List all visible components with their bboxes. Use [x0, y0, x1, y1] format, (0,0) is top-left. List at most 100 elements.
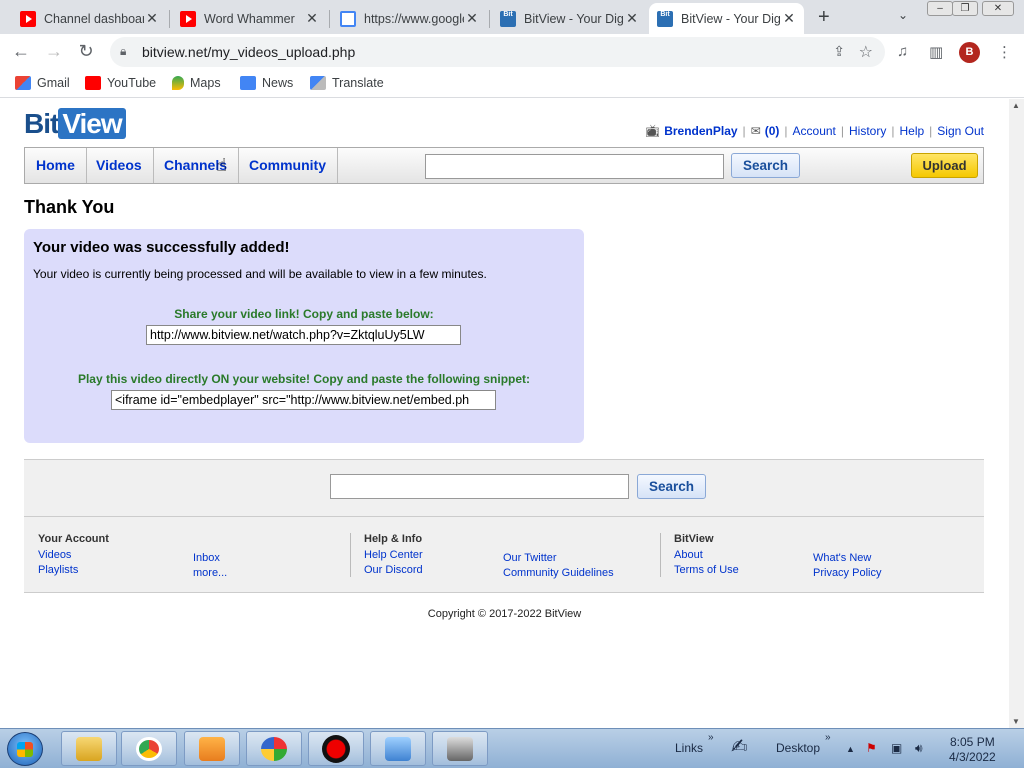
- browser-tab-bitview[interactable]: Bit BitView - Your Dig ✕: [492, 3, 647, 34]
- bookmark-star-icon[interactable]: ☆: [859, 42, 873, 62]
- volume-icon[interactable]: 🔊︎: [915, 741, 923, 756]
- browser-tab-bitview-active[interactable]: Bit BitView - Your Dig ✕: [649, 3, 804, 34]
- history-link[interactable]: History: [849, 124, 886, 138]
- flag-alert-icon[interactable]: ⚑: [866, 741, 877, 755]
- bookmark-label: YouTube: [107, 76, 157, 90]
- footer-account-column-2: Inbox more...: [193, 551, 227, 581]
- taskbar-chrome[interactable]: [121, 731, 177, 766]
- header-search-button[interactable]: Search: [731, 153, 800, 178]
- start-button[interactable]: [7, 732, 43, 766]
- footer-link-guidelines[interactable]: Community Guidelines: [503, 566, 614, 581]
- bookmark-youtube[interactable]: YouTube: [85, 76, 156, 90]
- sign-out-link[interactable]: Sign Out: [937, 124, 984, 138]
- scroll-down-arrow-icon[interactable]: ▼: [1012, 717, 1020, 726]
- footer-link-twitter[interactable]: Our Twitter: [503, 551, 614, 566]
- taskbar-app-colorful[interactable]: [246, 731, 302, 766]
- bitview-icon: Bit: [500, 10, 516, 27]
- footer-link-inbox[interactable]: Inbox: [193, 551, 227, 566]
- tray-expand-arrow-icon[interactable]: ▲: [846, 744, 855, 754]
- share-icon[interactable]: ⇪: [833, 43, 845, 60]
- footer-link-videos[interactable]: Videos: [38, 548, 109, 563]
- footer-link-terms[interactable]: Terms of Use: [674, 563, 739, 578]
- bookmark-maps[interactable]: Maps: [172, 76, 221, 90]
- help-link[interactable]: Help: [899, 124, 924, 138]
- windows-logo-icon: [17, 742, 33, 757]
- nav-videos[interactable]: Videos: [85, 148, 154, 183]
- success-heading: Your video was successfully added!: [33, 239, 290, 256]
- footer-links: Your Account Videos Playlists Inbox more…: [24, 517, 984, 593]
- media-control-icon[interactable]: ♫: [897, 43, 908, 60]
- nav-home[interactable]: Home: [25, 148, 87, 183]
- bookmark-translate[interactable]: Translate: [310, 76, 384, 90]
- mail-icon[interactable]: ✉: [751, 124, 761, 138]
- tab-search-chevron-icon[interactable]: ⌄: [898, 8, 908, 22]
- reload-icon[interactable]: ↻: [75, 41, 97, 62]
- close-tab-icon[interactable]: ✕: [465, 10, 479, 27]
- footer-heading: Help & Info: [364, 533, 423, 545]
- page-scrollbar[interactable]: ▲ ▼: [1009, 99, 1024, 728]
- footer-search-button[interactable]: Search: [637, 474, 706, 499]
- scroll-up-arrow-icon[interactable]: ▲: [1012, 101, 1020, 110]
- taskbar-file-explorer[interactable]: [61, 731, 117, 766]
- browser-tab-word-whammer[interactable]: Word Whammer ✕: [172, 3, 327, 34]
- desktop-expand-icon[interactable]: »: [825, 732, 831, 743]
- browser-tab-channel-dashboard[interactable]: Channel dashboard ✕: [12, 3, 167, 34]
- minimize-window-button[interactable]: –: [927, 1, 953, 16]
- browser-tab-google[interactable]: https://www.google ✕: [332, 3, 487, 34]
- news-icon: [240, 76, 256, 90]
- side-panel-icon[interactable]: ▥: [929, 43, 943, 61]
- nav-community[interactable]: Community: [238, 148, 338, 183]
- account-link[interactable]: Account: [793, 124, 836, 138]
- share-link-field[interactable]: http://www.bitview.net/watch.php?v=Zktql…: [146, 325, 461, 345]
- address-bar[interactable]: 🔒︎ bitview.net/my_videos_upload.php ⇪ ☆: [110, 37, 885, 67]
- desktop-pen-icon[interactable]: ✍: [731, 734, 748, 759]
- close-tab-icon[interactable]: ✕: [145, 10, 159, 27]
- bookmark-label: Translate: [332, 76, 384, 90]
- forward-arrow-icon[interactable]: →: [43, 41, 65, 62]
- footer-link-privacy[interactable]: Privacy Policy: [813, 566, 881, 581]
- taskbar-recorder[interactable]: [308, 731, 364, 766]
- username-link[interactable]: BrendenPlay: [664, 124, 737, 138]
- footer-link-playlists[interactable]: Playlists: [38, 563, 109, 578]
- close-tab-icon[interactable]: ✕: [305, 10, 319, 27]
- footer-link-whats-new[interactable]: What's New: [813, 551, 881, 566]
- bookmark-gmail[interactable]: Gmail: [15, 76, 70, 90]
- bookmarks-bar: Gmail YouTube Maps News Translate: [0, 70, 1024, 98]
- footer-search-bar: Search: [24, 459, 984, 517]
- close-tab-icon[interactable]: ✕: [625, 10, 639, 27]
- clock-time: 8:05 PM: [950, 735, 995, 749]
- footer-heading: Your Account: [38, 533, 109, 545]
- footer-link-about[interactable]: About: [674, 548, 739, 563]
- network-icon[interactable]: ▣: [891, 741, 902, 755]
- browser-menu-icon[interactable]: ⋮: [997, 43, 1012, 61]
- footer-link-help-center[interactable]: Help Center: [364, 548, 423, 563]
- footer-account-column: Your Account Videos Playlists: [38, 533, 109, 578]
- youtube-icon: [20, 10, 36, 27]
- system-clock[interactable]: 8:05 PM 4/3/2022: [949, 735, 996, 765]
- footer-link-more[interactable]: more...: [193, 566, 227, 581]
- bitview-logo[interactable]: Bit View: [24, 108, 126, 140]
- address-url[interactable]: bitview.net/my_videos_upload.php: [142, 44, 355, 60]
- footer-link-discord[interactable]: Our Discord: [364, 563, 423, 578]
- taskbar-media-player[interactable]: [184, 731, 240, 766]
- header-search-input[interactable]: [425, 154, 724, 179]
- bookmark-news[interactable]: News: [240, 76, 293, 90]
- links-expand-icon[interactable]: »: [708, 732, 714, 743]
- embed-snippet-field[interactable]: <iframe id="embedplayer" src="http://www…: [111, 390, 496, 410]
- separator: |: [784, 124, 788, 138]
- profile-avatar[interactable]: B: [959, 42, 980, 63]
- tab-divider: [169, 10, 170, 28]
- taskbar-control-panel[interactable]: [370, 731, 426, 766]
- taskbar-app-window[interactable]: [432, 731, 488, 766]
- inbox-count-link[interactable]: (0): [765, 124, 780, 138]
- new-tab-button[interactable]: +: [818, 6, 830, 29]
- footer-search-input[interactable]: [330, 474, 629, 499]
- close-tab-icon[interactable]: ✕: [782, 10, 796, 27]
- close-window-button[interactable]: ✕: [982, 1, 1014, 16]
- tab-title: https://www.google: [364, 11, 464, 26]
- maximize-window-button[interactable]: ❐: [952, 1, 978, 16]
- links-toolbar-label[interactable]: Links: [675, 741, 703, 755]
- back-arrow-icon[interactable]: ←: [10, 41, 32, 62]
- upload-button[interactable]: Upload: [911, 153, 978, 178]
- desktop-toolbar-label[interactable]: Desktop: [776, 741, 820, 755]
